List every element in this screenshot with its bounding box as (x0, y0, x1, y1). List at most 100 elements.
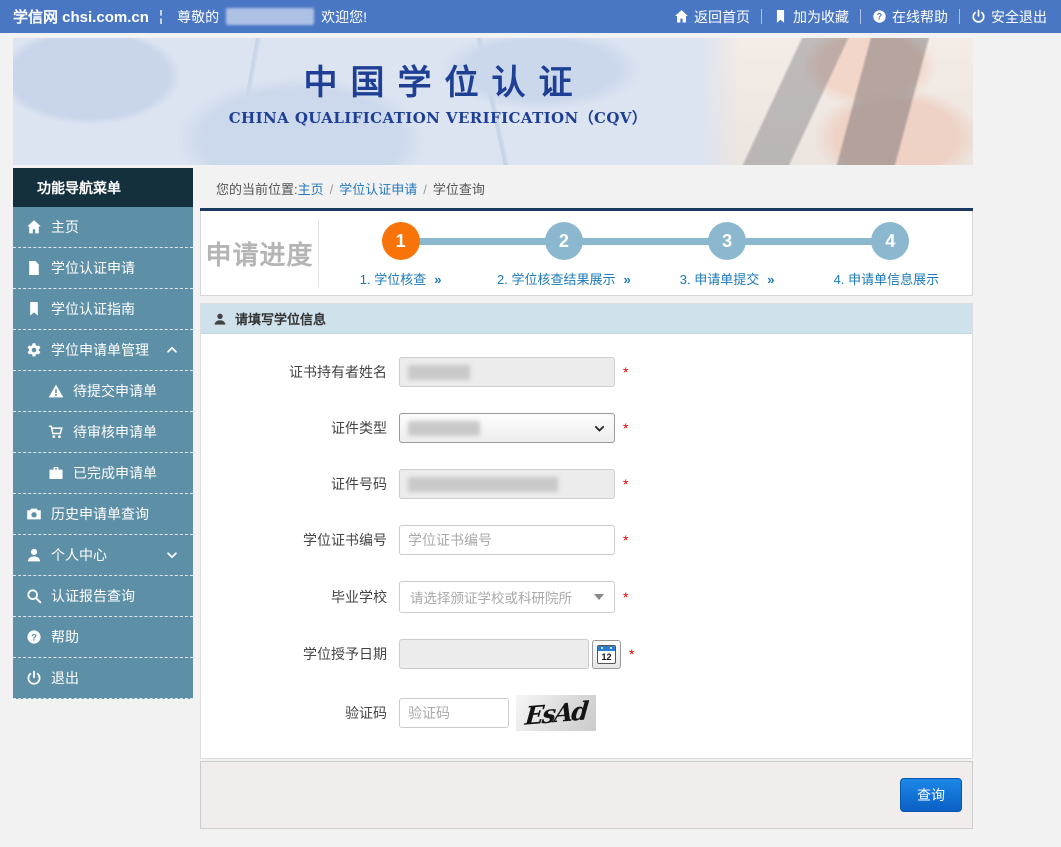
brand-divider: ¦ (159, 8, 163, 25)
breadcrumb-current: 学位查询 (433, 182, 485, 197)
sidebar-item-logout[interactable]: 退出 (13, 658, 193, 699)
sidebar-item-report-query[interactable]: 认证报告查询 (13, 576, 193, 617)
progress-title: 申请进度 (201, 219, 319, 287)
step-circle: 2 (545, 222, 583, 260)
step-circle: 3 (708, 222, 746, 260)
user-icon (26, 547, 42, 563)
power-icon (971, 9, 986, 24)
step-arrow: » (767, 272, 774, 287)
sidebar-item-label: 历史申请单查询 (51, 504, 149, 524)
banner-subtitle: CHINA QUALIFICATION VERIFICATION（CQV） (13, 107, 863, 128)
topbar-link-logout[interactable]: 安全退出 (971, 7, 1047, 27)
progress-tracker: 申请进度 1 1. 学位核查» 2 2. 学位核查结果展示» 3 3. 申请单提… (200, 211, 973, 296)
date-picker-button[interactable]: 12 (592, 640, 621, 669)
captcha-image[interactable]: EsAd (516, 695, 596, 731)
calendar-icon: 12 (597, 645, 616, 664)
step-circle: 4 (871, 222, 909, 260)
captcha-input[interactable] (399, 698, 509, 728)
school-combobox[interactable]: 请选择颁证学校或科研院所 (399, 581, 615, 613)
topbar-link-label: 加为收藏 (793, 7, 849, 27)
sidebar-item-label: 个人中心 (51, 545, 107, 565)
bookmark-icon (773, 9, 788, 24)
sidebar-item-label: 认证报告查询 (51, 586, 135, 606)
form-row-award-date: 学位授予日期 12 * (201, 639, 972, 669)
required-asterisk: * (629, 646, 634, 662)
id-type-select[interactable] (399, 413, 615, 443)
sidebar-item-label: 学位申请单管理 (51, 340, 149, 360)
step-label: 2. 学位核查结果展示 » (497, 269, 631, 288)
sidebar-item-degree-guide[interactable]: 学位认证指南 (13, 289, 193, 330)
help-circle-icon: ? (26, 629, 42, 645)
holder-name-field (399, 357, 615, 387)
sidebar-item-label: 学位认证指南 (51, 299, 135, 319)
breadcrumb-link-home[interactable]: 主页 (298, 182, 324, 197)
camera-icon (26, 506, 42, 522)
redacted-value (408, 421, 480, 436)
banner-title: 中国学位认证 (13, 55, 863, 104)
breadcrumb-separator: / (423, 182, 427, 197)
sidebar-item-personal-center[interactable]: 个人中心 (13, 535, 193, 576)
progress-step-4: 4 4. 申请单信息展示 (809, 222, 972, 295)
main-content: 您的当前位置:主页/学位认证申请/学位查询 申请进度 1 1. 学位核查» 2 … (200, 168, 973, 829)
school-placeholder: 请选择颁证学校或科研院所 (410, 587, 572, 607)
step-label: 3. 申请单提交 » (680, 269, 775, 288)
sidebar-item-history-query[interactable]: 历史申请单查询 (13, 494, 193, 535)
chevron-up-icon (165, 343, 179, 357)
sidebar-item-pending-review[interactable]: 待审核申请单 (13, 412, 193, 453)
briefcase-icon (48, 465, 64, 481)
form-row-school: 毕业学校 请选择颁证学校或科研院所 * (201, 581, 972, 613)
sidebar-item-label: 退出 (51, 668, 79, 688)
topbar-link-home[interactable]: 返回首页 (674, 7, 750, 27)
step-arrow: » (623, 272, 630, 287)
cart-icon (48, 424, 64, 440)
topbar-separator (860, 9, 861, 24)
sidebar-item-degree-application[interactable]: 学位认证申请 (13, 248, 193, 289)
award-date-field (399, 639, 589, 669)
sidebar-item-label: 待审核申请单 (73, 422, 157, 442)
query-submit-button[interactable]: 查询 (900, 778, 962, 812)
sidebar-item-home[interactable]: 主页 (13, 207, 193, 248)
sidebar-header: 功能导航菜单 (13, 168, 193, 207)
greeting-suffix: 欢迎您! (321, 7, 367, 27)
banner: 中国学位认证 CHINA QUALIFICATION VERIFICATION（… (13, 38, 973, 165)
captcha-text: EsAd (524, 696, 588, 731)
topbar-links: 返回首页 加为收藏 ? 在线帮助 安全退出 (674, 7, 1047, 27)
required-asterisk: * (623, 589, 628, 605)
redacted-username (226, 8, 314, 25)
chevron-down-icon (165, 548, 179, 562)
topbar-link-label: 在线帮助 (892, 7, 948, 27)
certificate-number-input[interactable] (399, 525, 615, 555)
progress-step-3: 3 3. 申请单提交 » (646, 222, 809, 295)
degree-info-form: 请填写学位信息 证书持有者姓名 * 证件类型 * (200, 303, 973, 759)
home-icon (26, 219, 42, 235)
topbar-link-online-help[interactable]: ? 在线帮助 (872, 7, 948, 27)
sidebar-item-pending-submit[interactable]: 待提交申请单 (13, 371, 193, 412)
field-label: 学位证书编号 (201, 530, 399, 550)
sidebar-item-application-management[interactable]: 学位申请单管理 (13, 330, 193, 371)
dropdown-triangle-icon (594, 594, 604, 600)
redacted-value (408, 365, 470, 380)
topbar-link-favorite[interactable]: 加为收藏 (773, 7, 849, 27)
sidebar-item-help[interactable]: ? 帮助 (13, 617, 193, 658)
step-label-text: 2. 学位核查结果展示 (497, 272, 615, 287)
gear-icon (26, 342, 42, 358)
calendar-icon-day: 12 (598, 651, 615, 663)
sidebar-nav: 功能导航菜单 主页 学位认证申请 学位认证指南 学位申请单管理 待提交申请单 (13, 168, 193, 699)
step-arrow: » (434, 272, 441, 287)
banner-text: 中国学位认证 CHINA QUALIFICATION VERIFICATION（… (13, 55, 863, 128)
topbar-separator (959, 9, 960, 24)
svg-text:?: ? (31, 632, 37, 643)
greeting: 尊敬的 欢迎您! (177, 7, 367, 27)
topbar-separator (761, 9, 762, 24)
site-brand[interactable]: 学信网 chsi.com.cn (13, 6, 149, 27)
id-number-field (399, 469, 615, 499)
form-body: 证书持有者姓名 * 证件类型 * 证件号码 (201, 334, 972, 758)
topbar-link-label: 返回首页 (694, 7, 750, 27)
sidebar-item-completed[interactable]: 已完成申请单 (13, 453, 193, 494)
step-label-text: 3. 申请单提交 (680, 272, 759, 287)
redacted-value (408, 477, 558, 492)
progress-step-2: 2 2. 学位核查结果展示 » (482, 222, 645, 295)
required-asterisk: * (623, 364, 628, 380)
breadcrumb-link-degree-application[interactable]: 学位认证申请 (339, 182, 417, 197)
form-row-id-number: 证件号码 * (201, 469, 972, 499)
